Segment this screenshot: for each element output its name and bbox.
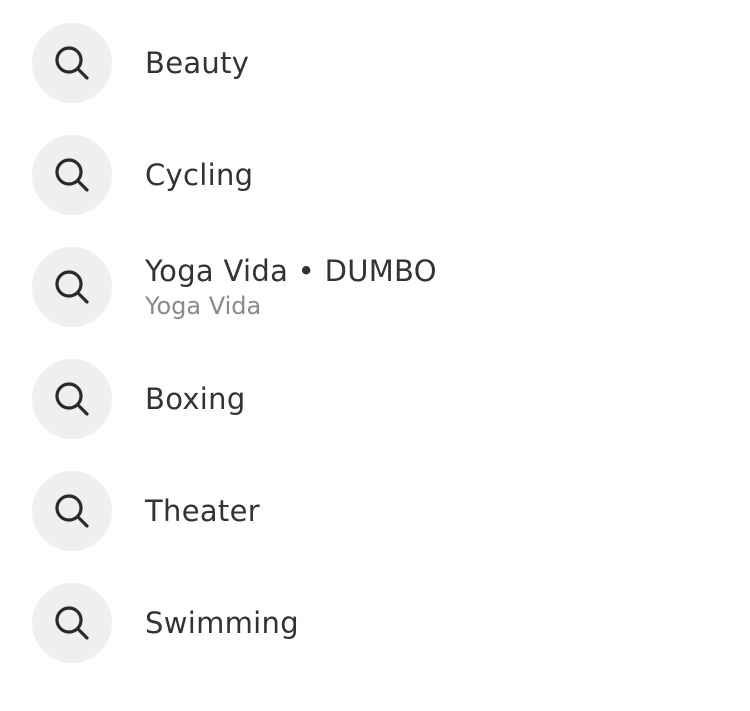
suggestion-title: Cycling [145,158,254,192]
suggestion-item-theater[interactable]: Theater [0,448,750,560]
suggestion-item-cycling[interactable]: Cycling [0,112,750,224]
search-icon [32,471,112,551]
suggestion-title: Boxing [145,382,246,416]
search-icon [32,247,112,327]
search-icon [32,359,112,439]
suggestion-title: Yoga Vida • DUMBO [145,254,437,288]
suggestion-item-swimming[interactable]: Swimming [0,560,750,672]
suggestion-item-yoga-vida-dumbo[interactable]: Yoga Vida • DUMBO Yoga Vida [0,224,750,336]
suggestion-title: Beauty [145,46,250,80]
search-icon [32,135,112,215]
suggestion-title: Theater [145,494,260,528]
search-icon [32,583,112,663]
suggestion-title: Swimming [145,606,299,640]
search-icon [32,23,112,103]
suggestion-item-beauty[interactable]: Beauty [0,0,750,112]
suggestion-subtitle: Yoga Vida [145,292,262,320]
suggestion-item-boxing[interactable]: Boxing [0,336,750,448]
